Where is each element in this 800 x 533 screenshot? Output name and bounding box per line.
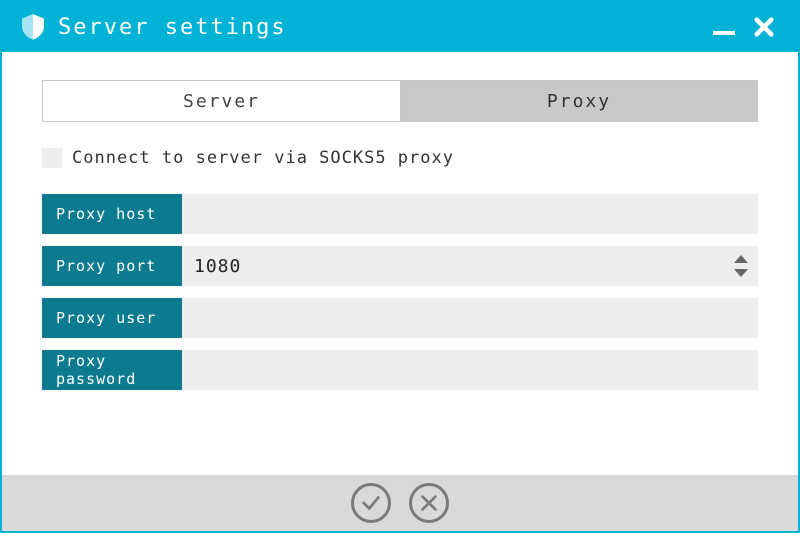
chevron-down-icon xyxy=(734,269,748,277)
proxy-user-input-wrap xyxy=(182,298,758,338)
tab-server[interactable]: Server xyxy=(43,81,400,121)
cancel-button[interactable] xyxy=(409,483,449,523)
shield-icon xyxy=(22,14,44,40)
minimize-button[interactable] xyxy=(704,7,744,47)
proxy-host-row: Proxy host xyxy=(42,194,758,234)
proxy-host-input[interactable] xyxy=(182,194,758,234)
proxy-port-spinner xyxy=(730,246,752,286)
socks5-checkbox-label: Connect to server via SOCKS5 proxy xyxy=(72,148,454,168)
chevron-up-icon xyxy=(734,255,748,263)
x-icon xyxy=(418,492,440,514)
proxy-user-row: Proxy user xyxy=(42,298,758,338)
check-icon xyxy=(360,492,382,514)
proxy-password-label: Proxy password xyxy=(42,350,182,390)
proxy-password-input-wrap xyxy=(182,350,758,390)
tab-server-label: Server xyxy=(183,91,260,112)
close-icon xyxy=(753,16,775,38)
tabs: Server Proxy xyxy=(42,80,758,122)
proxy-user-input[interactable] xyxy=(182,298,758,338)
socks5-checkbox-row: Connect to server via SOCKS5 proxy xyxy=(42,148,758,168)
proxy-host-label: Proxy host xyxy=(42,194,182,234)
window-title: Server settings xyxy=(58,15,704,40)
proxy-password-input[interactable] xyxy=(182,350,758,390)
proxy-port-input[interactable] xyxy=(182,246,758,286)
proxy-password-row: Proxy password xyxy=(42,350,758,390)
ok-button[interactable] xyxy=(351,483,391,523)
proxy-port-input-wrap xyxy=(182,246,758,286)
proxy-port-step-up[interactable] xyxy=(730,252,752,266)
close-button[interactable] xyxy=(744,7,784,47)
footer xyxy=(2,475,798,531)
content-area: Server Proxy Connect to server via SOCKS… xyxy=(2,52,798,475)
titlebar: Server settings xyxy=(2,2,798,52)
minimize-icon xyxy=(713,19,735,35)
tab-proxy-label: Proxy xyxy=(547,91,611,112)
socks5-checkbox[interactable] xyxy=(42,148,62,168)
proxy-host-input-wrap xyxy=(182,194,758,234)
tab-proxy[interactable]: Proxy xyxy=(400,81,757,121)
proxy-port-step-down[interactable] xyxy=(730,266,752,280)
proxy-port-row: Proxy port xyxy=(42,246,758,286)
proxy-user-label: Proxy user xyxy=(42,298,182,338)
proxy-form: Proxy host Proxy port Proxy user xyxy=(42,194,758,390)
proxy-port-label: Proxy port xyxy=(42,246,182,286)
